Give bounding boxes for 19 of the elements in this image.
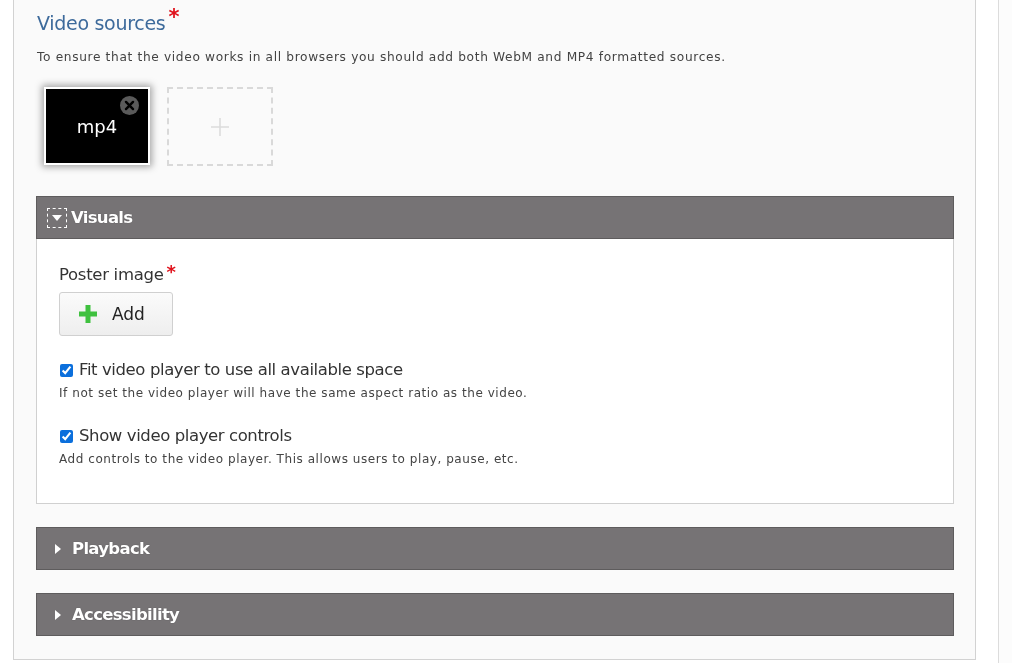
checkbox-label: Fit video player to use all available space [79, 359, 403, 381]
section-header[interactable]: Visuals [36, 196, 954, 239]
section-header[interactable]: Playback [36, 527, 954, 570]
add-button[interactable]: Add [59, 292, 173, 336]
close-icon[interactable] [120, 96, 139, 115]
required-mark: * [166, 263, 176, 281]
plus-icon [79, 305, 97, 323]
checkbox[interactable] [60, 429, 73, 443]
checkbox[interactable] [60, 363, 73, 377]
checkbox-label: Show video player controls [79, 425, 292, 447]
section-title: Video sources [37, 11, 166, 36]
help-text: Add controls to the video player. This allows users to play, pause, etc. [59, 451, 520, 468]
field-label: Poster image [59, 264, 164, 286]
plus-icon [211, 117, 229, 136]
required-mark: * [168, 7, 180, 28]
video-source-tile[interactable]: mp4 [44, 87, 150, 165]
description-text: To ensure that the video works in all browsers you should add both WebM and MP4 formatted sources. [37, 49, 727, 66]
help-text: If not set the video player will have the same aspect ratio as the video. [59, 385, 529, 402]
section-header[interactable]: Accessibility [36, 593, 954, 636]
